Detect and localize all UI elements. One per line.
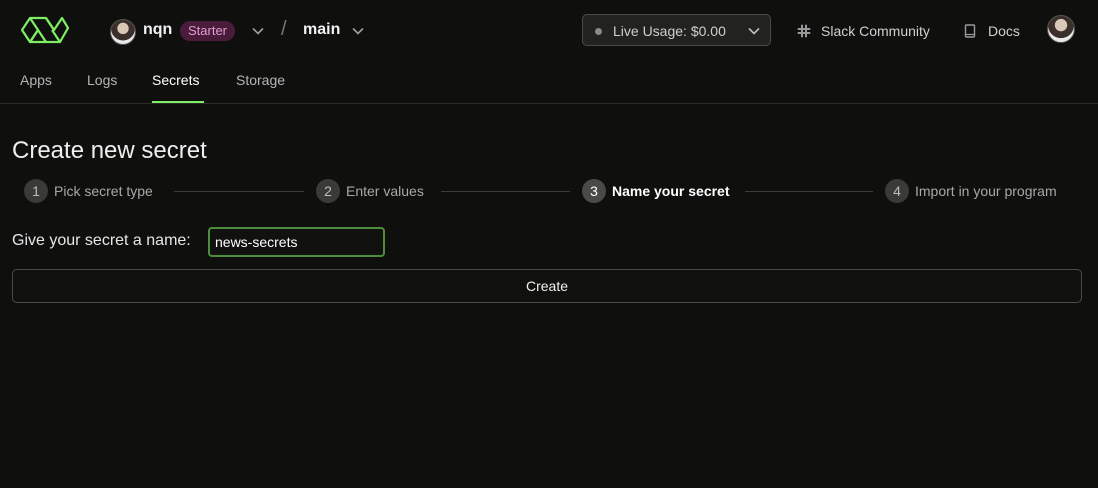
step-3-label: Name your secret (612, 183, 730, 199)
breadcrumb-separator: / (281, 18, 287, 40)
environment-name[interactable]: main (303, 21, 340, 39)
step-3-number: 3 (582, 179, 606, 203)
live-usage-label: Live Usage: $0.00 (613, 23, 726, 39)
step-4-number: 4 (885, 179, 909, 203)
step-connector (441, 191, 570, 192)
status-dot-icon (595, 28, 602, 35)
environment-chevron-down-icon[interactable] (351, 24, 365, 38)
workspace-chevron-down-icon[interactable] (251, 24, 265, 38)
secret-name-input[interactable] (208, 227, 385, 257)
tab-storage[interactable]: Storage (236, 72, 285, 88)
slack-community-link[interactable]: Slack Community (821, 23, 930, 39)
step-2-label: Enter values (346, 183, 424, 199)
usage-chevron-down-icon (748, 27, 760, 35)
user-avatar[interactable] (1047, 15, 1075, 43)
create-button[interactable]: Create (12, 269, 1082, 303)
step-2-number: 2 (316, 179, 340, 203)
plan-badge: Starter (180, 21, 236, 41)
tab-apps[interactable]: Apps (20, 72, 52, 88)
active-tab-indicator (152, 101, 204, 103)
slack-icon (797, 24, 811, 38)
step-1-label: Pick secret type (54, 183, 153, 199)
tab-logs[interactable]: Logs (87, 72, 117, 88)
top-bar: nqn Starter / main Live Usage: $0.00 Sla… (0, 0, 1098, 62)
book-icon (964, 24, 976, 38)
docs-link[interactable]: Docs (988, 23, 1020, 39)
workspace-avatar[interactable] (110, 19, 136, 45)
secret-name-label: Give your secret a name: (12, 232, 191, 249)
tab-secrets[interactable]: Secrets (152, 72, 199, 88)
page-title: Create new secret (12, 137, 207, 164)
workspace-name[interactable]: nqn (143, 21, 172, 39)
step-4-label: Import in your program (915, 183, 1057, 199)
step-connector (174, 191, 304, 192)
step-1-number: 1 (24, 179, 48, 203)
nav-tabs: Apps Logs Secrets Storage (0, 62, 1098, 104)
live-usage-button[interactable]: Live Usage: $0.00 (582, 14, 771, 46)
logo-icon[interactable] (20, 16, 70, 46)
step-connector (745, 191, 873, 192)
